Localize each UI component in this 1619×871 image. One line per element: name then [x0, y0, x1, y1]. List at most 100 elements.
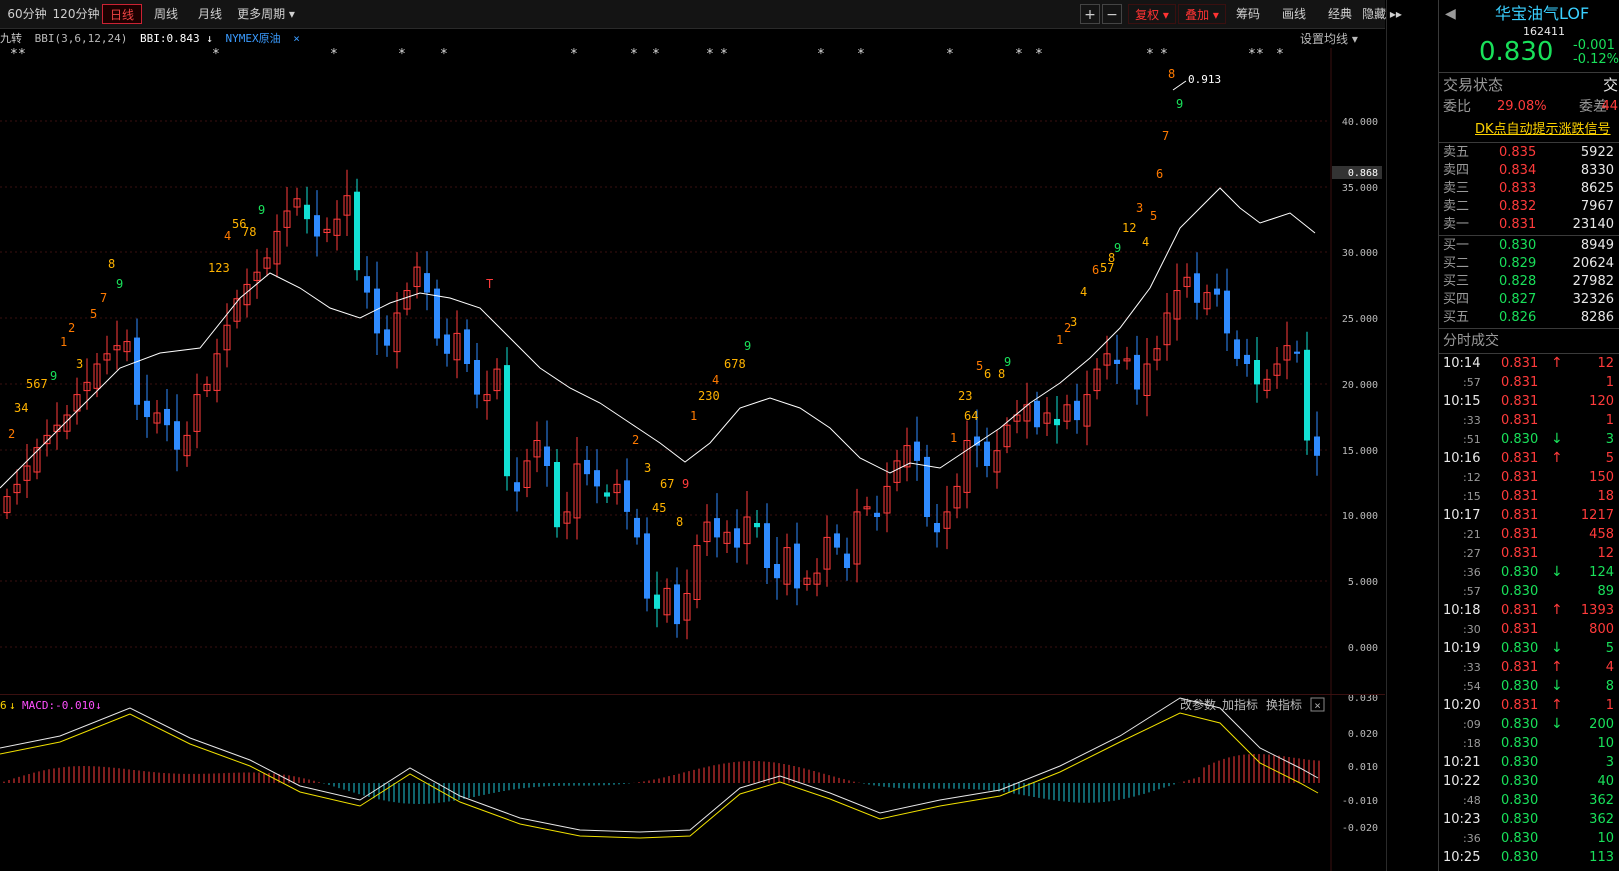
ask-volume: 8330: [1580, 163, 1614, 178]
macd-label: MACD:-0.010: [22, 699, 95, 712]
tick-row: :33 0.831 ↑ 4: [1439, 658, 1619, 677]
candle-body: [634, 517, 640, 538]
tag-star: *: [1160, 48, 1168, 62]
period-tab-3[interactable]: 周线: [146, 4, 186, 24]
nine-turn-label: 1: [950, 431, 957, 445]
trade-status-label: 交易状态: [1443, 76, 1504, 94]
period-tab-1[interactable]: 120分钟: [52, 4, 100, 24]
tick-volume: 1393: [1580, 603, 1614, 618]
period-tab-0[interactable]: 60分钟: [4, 4, 50, 24]
nine-turn-label: 12: [1122, 221, 1136, 235]
macd-button-1[interactable]: 加指标: [1222, 697, 1258, 712]
tick-row: :51 0.830 ↓ 3: [1439, 430, 1619, 449]
bid-label: 买一: [1443, 238, 1470, 253]
ma-setting-button[interactable]: 设置均线 ▾: [1300, 30, 1358, 48]
candle-body: [474, 360, 480, 395]
divider: [1439, 72, 1619, 73]
up-arrow-icon: ↑: [1551, 697, 1563, 713]
toolbar-button-4[interactable]: 经典: [1318, 4, 1362, 24]
security-name: 华宝油气LOF: [1495, 4, 1590, 23]
nine-turn-label: 9: [116, 277, 123, 291]
tag-star: *: [720, 48, 728, 62]
diff-value: 44: [1601, 99, 1618, 114]
tick-price: 0.831: [1501, 527, 1539, 542]
bid-price: 0.830: [1499, 238, 1537, 253]
tick-row: :33 0.831 1: [1439, 411, 1619, 430]
down-arrow-icon: ↓: [1551, 564, 1563, 580]
tick-volume: 120: [1589, 394, 1614, 409]
tick-price: 0.830: [1501, 831, 1539, 846]
tag-star: *: [440, 48, 448, 62]
ask-volume: 5922: [1580, 145, 1614, 160]
period-tab-5[interactable]: 更多周期 ▾: [234, 4, 298, 24]
nine-turn-label: 7: [1162, 129, 1169, 143]
nine-turn-label: 7: [100, 291, 107, 305]
toolbar-button-2[interactable]: 筹码: [1226, 4, 1270, 24]
candle-body: [774, 564, 780, 579]
price-axis-label: 25.000: [1342, 314, 1378, 325]
price-axis-label: 40.000: [1342, 117, 1378, 128]
ma-setting-label: 设置均线: [1300, 32, 1349, 46]
tag-star: *: [1015, 48, 1023, 62]
panel-divider: [1386, 0, 1387, 871]
tick-volume: 458: [1589, 527, 1614, 542]
up-arrow-icon: ↑: [1551, 659, 1563, 675]
up-arrow-icon: ↑: [1551, 602, 1563, 618]
candle-body: [594, 470, 600, 487]
ask-row: 卖三 0.833 8625: [1439, 180, 1619, 198]
back-icon[interactable]: ◀: [1445, 4, 1456, 24]
tick-time: :36: [1463, 566, 1481, 579]
toolbar-button-0[interactable]: 复权 ▾: [1128, 4, 1176, 24]
nine-turn-label: 2: [632, 433, 639, 447]
candle-body: [1074, 400, 1080, 421]
tick-volume: 4: [1605, 660, 1614, 675]
tick-price: 0.831: [1501, 394, 1539, 409]
tick-row: :21 0.831 458: [1439, 525, 1619, 544]
nine-turn-label: 4: [712, 373, 719, 387]
nine-turn-label: 64: [964, 409, 978, 423]
tick-price: 0.831: [1501, 356, 1539, 371]
close-overlay-icon[interactable]: ×: [293, 32, 300, 45]
ask-label: 卖二: [1443, 199, 1470, 214]
zoom-in-button[interactable]: +: [1080, 4, 1100, 24]
tick-row: :48 0.830 362: [1439, 791, 1619, 810]
tick-price: 0.830: [1501, 584, 1539, 599]
tick-volume: 5: [1605, 641, 1614, 656]
price-axis-label: 5.000: [1348, 577, 1378, 588]
signal-link[interactable]: DK点自动提示涨跌信号: [1475, 120, 1611, 140]
candle-body: [1294, 351, 1300, 354]
up-arrow-icon: ↑: [1551, 450, 1563, 466]
tick-volume: 40: [1597, 774, 1614, 789]
ask-row: 卖五 0.835 5922: [1439, 144, 1619, 162]
period-tab-2[interactable]: 日线: [102, 4, 142, 24]
tag-star: *: [18, 48, 26, 62]
nine-turn-label: 9: [1114, 241, 1121, 255]
down-arrow-icon: ↓: [1551, 716, 1563, 732]
macd-button-2[interactable]: 换指标: [1266, 697, 1302, 712]
tick-row: :36 0.830 ↓ 124: [1439, 563, 1619, 582]
toolbar-button-1[interactable]: 叠加 ▾: [1178, 4, 1226, 24]
nine-turn-label: 9: [258, 203, 265, 217]
tick-time: :33: [1463, 661, 1481, 674]
price-axis-label: 0.000: [1348, 643, 1378, 654]
kline-chart[interactable]: 40.00035.00030.00025.00020.00015.00010.0…: [0, 48, 1385, 871]
bid-volume: 27982: [1572, 274, 1614, 289]
tick-row: :09 0.830 ↓ 200: [1439, 715, 1619, 734]
ask-price: 0.831: [1499, 217, 1537, 232]
down-arrow-icon: ↓: [1551, 678, 1563, 694]
period-tab-4[interactable]: 月线: [190, 4, 230, 24]
toolbar-button-3[interactable]: 画线: [1272, 4, 1316, 24]
zoom-out-button[interactable]: −: [1102, 4, 1122, 24]
nine-turn-label: T: [486, 277, 493, 291]
overlay-name[interactable]: NYMEX原油: [225, 32, 280, 45]
tick-volume: 1: [1605, 375, 1614, 390]
tick-price: 0.831: [1501, 603, 1539, 618]
ask-price: 0.832: [1499, 199, 1537, 214]
candle-body: [754, 523, 760, 528]
tick-volume: 124: [1589, 565, 1614, 580]
tick-row: 10:18 0.831 ↑ 1393: [1439, 601, 1619, 620]
tick-price: 0.831: [1501, 451, 1539, 466]
close-icon: ×: [1314, 699, 1321, 712]
tick-volume: 12: [1597, 356, 1614, 371]
toolbar-button-5[interactable]: 隐藏 ▸▸: [1362, 4, 1402, 24]
